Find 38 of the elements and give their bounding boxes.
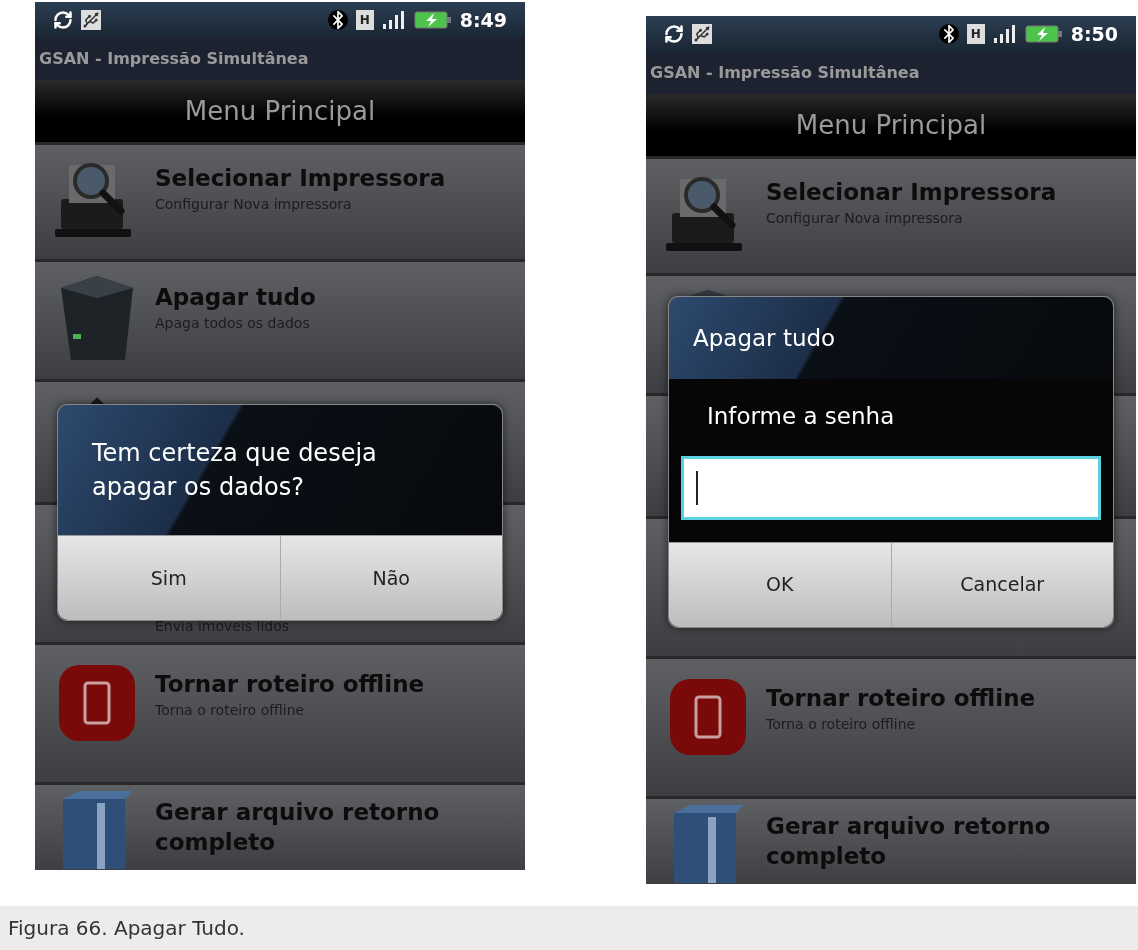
status-time: 8:50 bbox=[1070, 21, 1118, 47]
menu-item-title: Selecionar Impressora bbox=[155, 164, 447, 193]
menu-item-subtitle: Torna o roteiro offline bbox=[155, 701, 306, 720]
network-type-indicator: H bbox=[966, 24, 985, 44]
signal-icon bbox=[381, 10, 406, 30]
menu-item-title: Gerar arquivo retorno completo bbox=[155, 798, 441, 857]
dialog-button[interactable]: OK bbox=[669, 542, 891, 627]
menu-item-title: Tornar roteiro offline bbox=[766, 684, 1037, 713]
menu-item[interactable]: Gerar arquivo retorno completo bbox=[646, 796, 1136, 884]
dialog-button[interactable]: Sim bbox=[58, 536, 280, 620]
bluetooth-icon bbox=[938, 24, 959, 44]
status-time: 8:49 bbox=[459, 7, 507, 33]
header-title: Menu Principal bbox=[795, 108, 987, 142]
dialog-message: Informe a senha bbox=[706, 402, 896, 431]
menu-item-title: Apagar tudo bbox=[155, 283, 317, 312]
bluetooth-icon bbox=[327, 10, 348, 30]
sync-icon bbox=[664, 24, 684, 44]
battery-charging-icon bbox=[1024, 24, 1063, 44]
network-type-indicator: H bbox=[355, 10, 374, 30]
usb-icon bbox=[692, 24, 712, 44]
dialog-title: Apagar tudo bbox=[693, 323, 836, 353]
menu-item-title: Selecionar Impressora bbox=[766, 178, 1058, 207]
menu-item-title: Gerar arquivo retorno completo bbox=[766, 812, 1052, 871]
usb-icon bbox=[81, 10, 101, 30]
app-title: GSAN - Impressão Simultânea bbox=[39, 48, 309, 70]
dialog-button[interactable]: Cancelar bbox=[890, 542, 1113, 627]
menu-item-title: Tornar roteiro offline bbox=[155, 670, 426, 699]
figure-caption: Figura 66. Apagar Tudo. bbox=[8, 915, 245, 942]
dialog-message: Tem certeza que deseja apagar os dados? bbox=[92, 438, 378, 503]
sync-icon bbox=[53, 10, 73, 30]
dialog-button[interactable]: Não bbox=[279, 536, 502, 620]
signal-icon bbox=[992, 24, 1017, 44]
menu-item[interactable]: Gerar arquivo retorno completo bbox=[35, 782, 525, 870]
password-field[interactable] bbox=[681, 455, 1101, 520]
app-title: GSAN - Impressão Simultânea bbox=[650, 62, 920, 84]
header-title: Menu Principal bbox=[184, 94, 376, 128]
battery-charging-icon bbox=[413, 10, 452, 30]
text-cursor bbox=[696, 470, 698, 505]
